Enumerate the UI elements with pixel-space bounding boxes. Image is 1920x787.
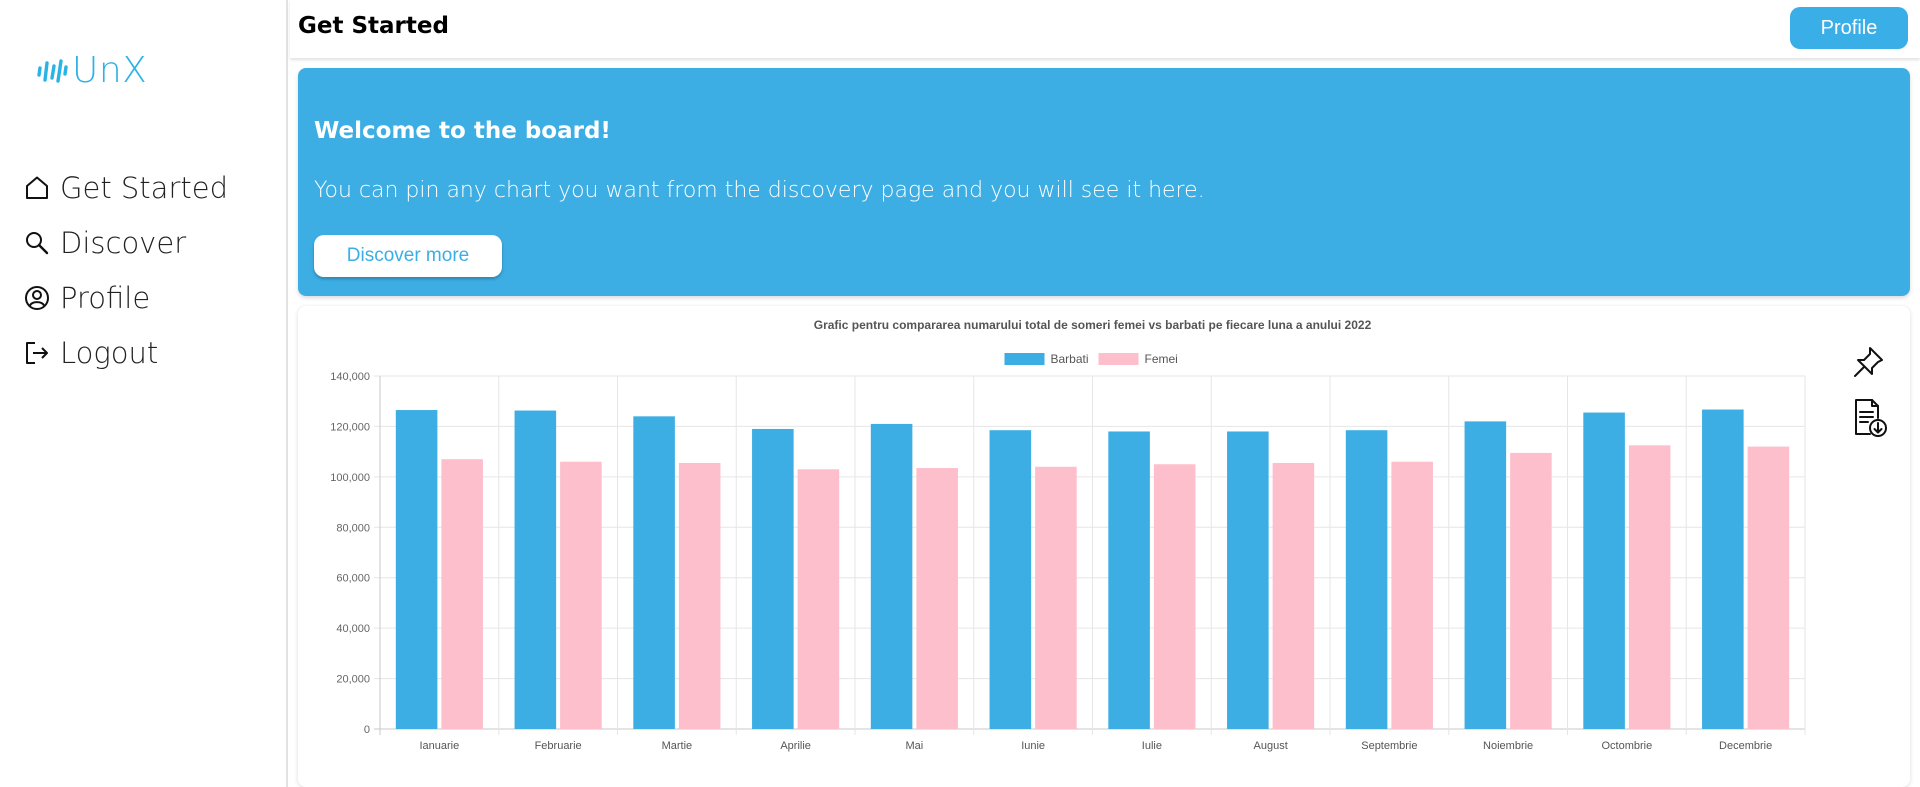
bar-femei-februarie [560,461,602,729]
bar-femei-mai [916,468,958,729]
sidebar-item-label: Get Started [60,170,228,205]
logo-text: UnX [72,50,148,91]
bar-femei-aprilie [797,469,840,729]
legend-swatch-femei [1098,353,1139,365]
logo[interactable]: UnX [36,50,147,91]
y-tick-label: 80,000 [336,522,370,534]
app-root: UnX Get Started Discover Profile Logout … [0,0,1920,787]
bar-barbati-septembrie [1345,430,1388,729]
bar-barbati-martie [633,416,675,729]
bar-barbati-iulie [1108,431,1150,729]
sidebar-item-get-started[interactable]: Get Started [24,160,228,215]
chart-tools [1848,342,1892,450]
logout-icon [24,340,50,366]
bar-barbati-ianuarie [395,410,438,729]
legend-label-barbati: Barbati [1051,352,1089,366]
y-tick-label: 120,000 [330,421,370,433]
bar-femei-ianuarie [441,459,483,729]
legend-label-femei: Femei [1145,352,1178,366]
bar-barbati-iunie [989,430,1032,729]
sidebar: UnX Get Started Discover Profile Logout [0,0,288,787]
sidebar-nav: Get Started Discover Profile Logout [24,160,228,380]
chart-card: Grafic pentru compararea numarului total… [298,306,1910,787]
x-tick-label: Iulie [1142,740,1162,752]
bar-barbati-august [1227,431,1269,729]
profile-button[interactable]: Profile [1790,7,1908,49]
x-tick-label: Decembrie [1719,740,1772,752]
x-tick-label: Noiembrie [1483,740,1533,752]
bar-barbati-noiembrie [1464,421,1507,729]
home-icon [24,175,50,201]
bar-barbati-aprilie [752,428,794,729]
bar-femei-august [1272,462,1315,729]
y-tick-label: 140,000 [330,371,370,383]
bar-femei-iunie [1035,466,1077,729]
x-tick-label: Februarie [535,740,582,752]
x-tick-label: Septembrie [1361,740,1417,752]
bar-femei-septembrie [1391,461,1433,729]
bar-barbati-februarie [514,410,557,729]
bar-femei-noiembrie [1510,452,1552,729]
bar-femei-iulie [1153,464,1196,729]
pin-icon[interactable] [1848,342,1888,386]
top-bar: Get Started Profile [290,0,1920,58]
sidebar-item-logout[interactable]: Logout [24,325,228,380]
page-title: Get Started [298,13,449,39]
sidebar-item-label: Discover [60,225,187,260]
bar-chart: Grafic pentru compararea numarului total… [330,318,1806,752]
discover-more-button[interactable]: Discover more [314,235,502,277]
sidebar-item-label: Profile [60,280,151,315]
bar-femei-martie [678,462,721,729]
file-download-icon[interactable] [1848,396,1888,440]
bar-barbati-mai [870,423,913,729]
x-tick-label: August [1254,740,1288,752]
bar-femei-decembrie [1747,446,1790,729]
x-tick-label: Mai [906,740,924,752]
y-tick-label: 0 [364,724,370,736]
y-tick-label: 40,000 [336,623,370,635]
x-tick-label: Iunie [1021,740,1045,752]
banner-text: You can pin any chart you want from the … [314,178,1205,203]
sidebar-item-label: Logout [60,335,159,370]
sidebar-item-discover[interactable]: Discover [24,215,228,270]
welcome-banner: Welcome to the board! You can pin any ch… [298,68,1910,296]
bar-barbati-decembrie [1702,409,1744,729]
bar-femei-octombrie [1628,445,1671,729]
logo-waveform-icon [37,58,68,83]
sidebar-item-profile[interactable]: Profile [24,270,228,325]
banner-title: Welcome to the board! [314,118,611,144]
search-icon [24,230,50,256]
y-tick-label: 20,000 [336,674,370,686]
user-circle-icon [24,285,50,311]
x-tick-label: Ianuarie [419,740,459,752]
bar-barbati-octombrie [1583,412,1625,729]
x-tick-label: Martie [662,740,693,752]
chart-title: Grafic pentru compararea numarului total… [814,318,1372,332]
x-tick-label: Aprilie [780,740,811,752]
y-tick-label: 100,000 [330,472,370,484]
y-tick-label: 60,000 [336,573,370,585]
x-tick-label: Octombrie [1602,740,1653,752]
legend-swatch-barbati [1004,353,1045,365]
